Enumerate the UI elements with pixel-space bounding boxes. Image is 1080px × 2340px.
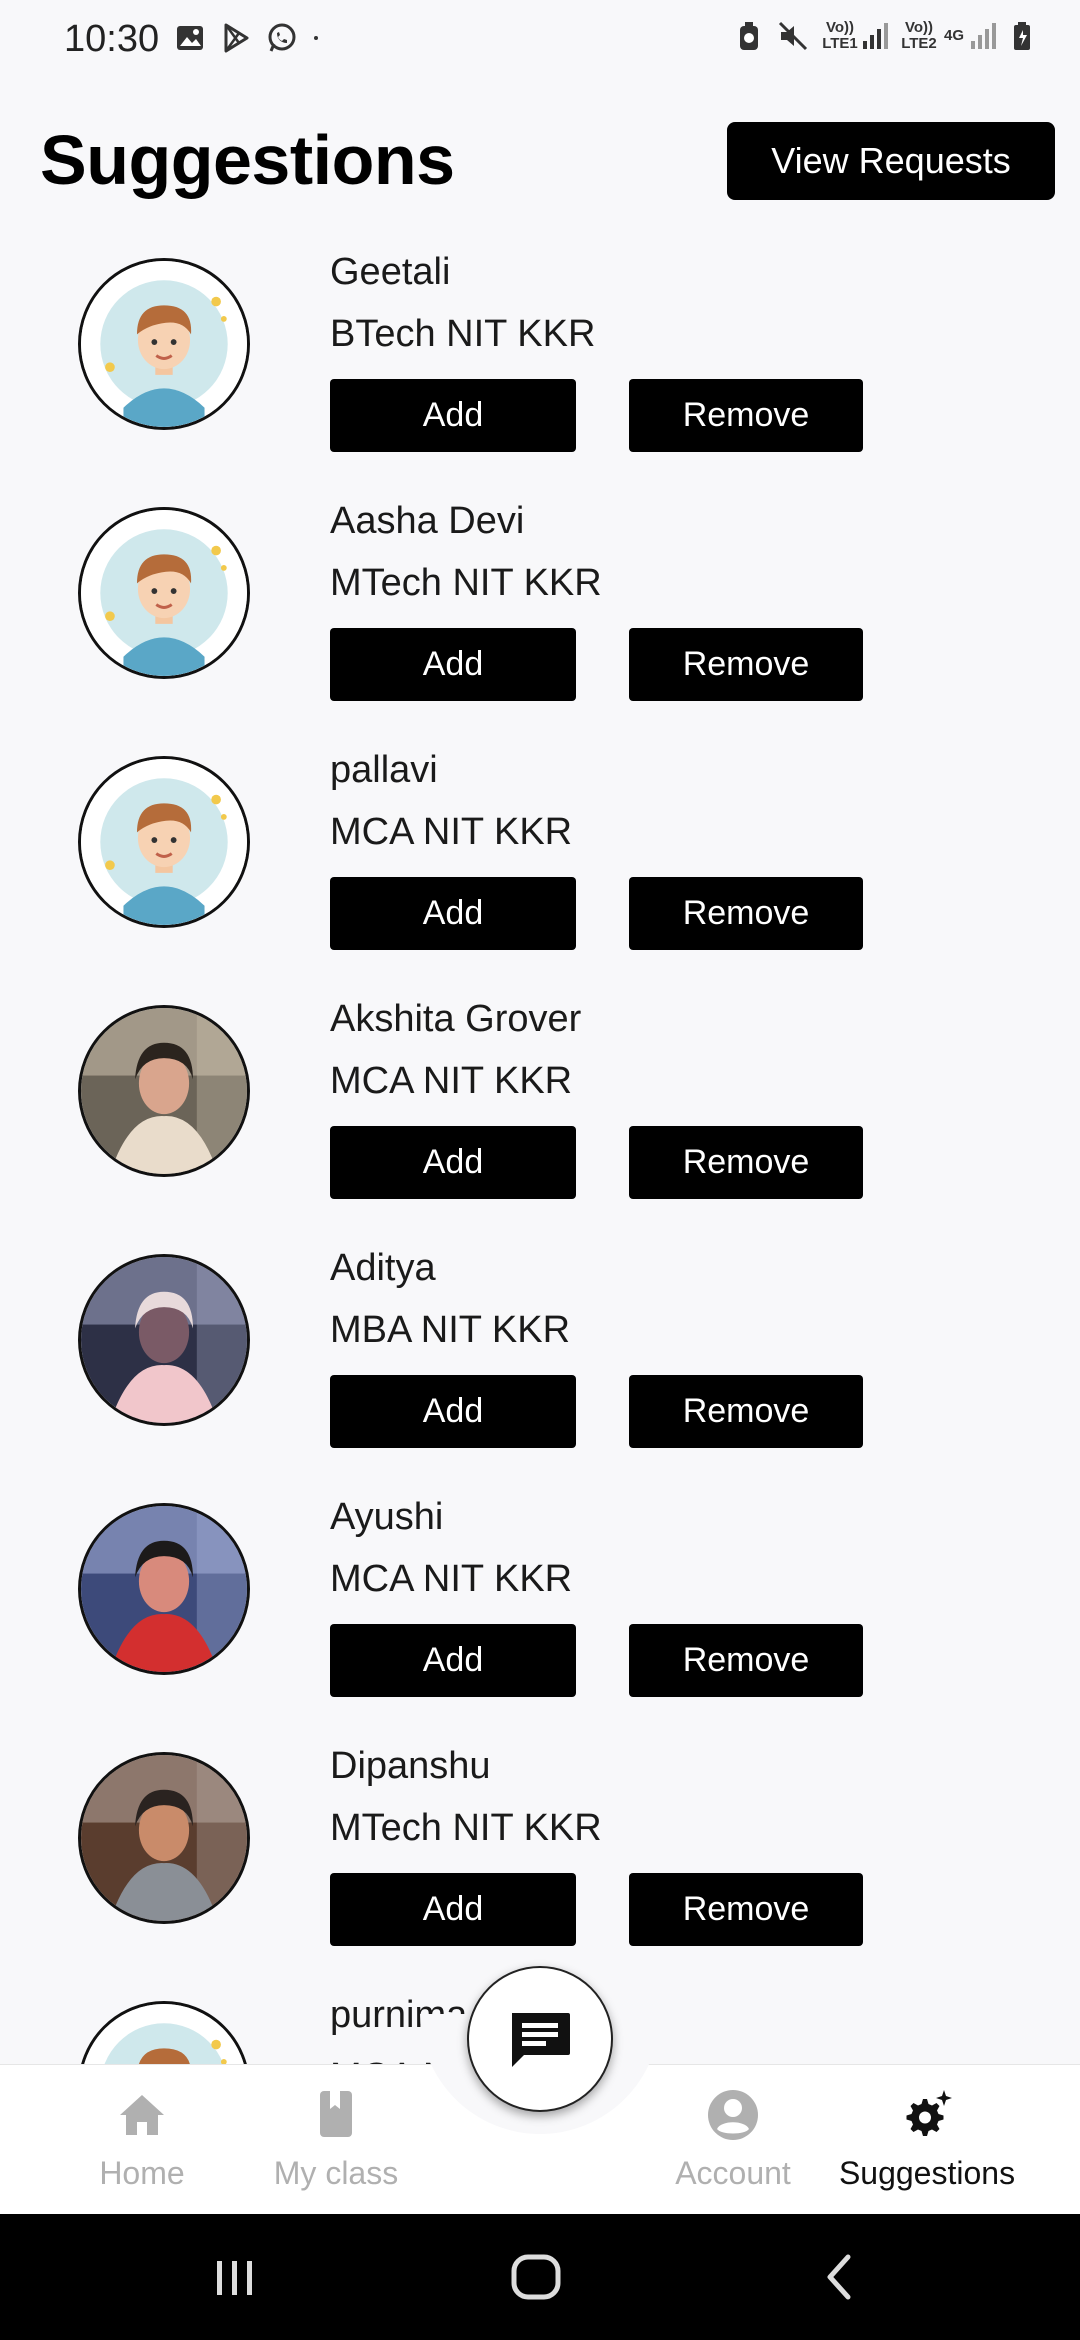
add-button[interactable]: Add: [330, 379, 576, 452]
remove-button[interactable]: Remove: [629, 628, 863, 701]
suggestion-name: Geetali: [330, 251, 451, 293]
play-store-icon: [224, 23, 249, 53]
home-icon: [120, 2095, 164, 2135]
suggestion-item: Aditya MBA NIT KKR Add Remove: [0, 1245, 1080, 1494]
cartoon-avatar-art: [81, 759, 247, 925]
avatar[interactable]: [78, 507, 250, 679]
home-circle-icon[interactable]: [506, 2247, 566, 2307]
suggestion-course: MBA NIT KKR: [330, 1309, 571, 1351]
nav-my-class-label: My class: [273, 2155, 399, 2191]
add-button[interactable]: Add: [330, 1624, 576, 1697]
network-label: 4G: [943, 27, 964, 44]
suggestion-item: Geetali BTech NIT KKR Add Remove: [0, 249, 1080, 498]
avatar[interactable]: [78, 756, 250, 928]
avatar[interactable]: [78, 1503, 250, 1675]
suggestion-name: Aditya: [330, 1247, 436, 1289]
nav-home[interactable]: Home: [82, 2087, 202, 2192]
suggestion-name: Akshita Grover: [330, 998, 582, 1040]
nav-account[interactable]: Account: [668, 2087, 798, 2192]
suggestion-item: Ayushi MCA NIT KKR Add Remove: [0, 1494, 1080, 1743]
remove-button[interactable]: Remove: [629, 379, 863, 452]
avatar[interactable]: [78, 1005, 250, 1177]
lte1-label: Vo)) LTE1: [822, 19, 858, 52]
cartoon-avatar-art: [81, 261, 247, 427]
suggestion-name: Aasha Devi: [330, 500, 525, 542]
suggestion-course: MCA NIT KKR: [330, 811, 573, 853]
nav-home-label: Home: [99, 2155, 185, 2191]
lte2-signal-icon: Vo)) LTE2 4G: [900, 20, 996, 52]
lte1-signal-icon: Vo)) LTE1: [821, 20, 888, 52]
suggestion-item: Akshita Grover MCA NIT KKR Add Remove: [0, 996, 1080, 1245]
add-button[interactable]: Add: [330, 628, 576, 701]
suggestion-name: pallavi: [330, 749, 438, 791]
suggestion-name: Dipanshu: [330, 1745, 491, 1787]
add-button[interactable]: Add: [330, 1126, 576, 1199]
avatar[interactable]: [78, 1752, 250, 1924]
status-right-icons: Vo)) LTE1 Vo)) LTE2 4G: [733, 20, 1040, 52]
mute-icon: [778, 21, 808, 51]
cartoon-avatar-art: [81, 2004, 247, 2064]
alarm-icon: [740, 22, 758, 50]
add-button[interactable]: Add: [330, 877, 576, 950]
account-icon: [708, 2090, 758, 2140]
suggestion-item: pallavi MCA NIT KKR Add Remove: [0, 747, 1080, 996]
suggestion-course: MCA NIT KKR: [330, 1060, 573, 1102]
suggestion-item: Dipanshu MTech NIT KKR Add Remove: [0, 1743, 1080, 1992]
suggestion-course: MCA NIT KKR: [330, 1558, 573, 1600]
suggestion-item: Aasha Devi MTech NIT KKR Add Remove: [0, 498, 1080, 747]
photo-avatar-art: [81, 1755, 247, 1921]
back-icon[interactable]: [810, 2247, 870, 2307]
photo-avatar-art: [81, 1506, 247, 1672]
cartoon-avatar-art: [81, 510, 247, 676]
remove-button[interactable]: Remove: [629, 1873, 863, 1946]
photo-avatar-art: [81, 1008, 247, 1174]
page-title: Suggestions: [40, 121, 455, 199]
status-bar: 10:30 Vo)) LTE1 Vo)) LTE2 4G: [0, 0, 1080, 80]
suggestion-name: Ayushi: [330, 1496, 444, 1538]
remove-button[interactable]: Remove: [629, 877, 863, 950]
settings-sparkle-icon: [906, 2090, 952, 2136]
book-icon: [320, 2091, 352, 2137]
suggestion-list[interactable]: Geetali BTech NIT KKR Add Remove Aasha Devi…: [0, 249, 1080, 2064]
status-time: 10:30: [64, 18, 160, 60]
suggestion-course: MTech NIT KKR: [330, 562, 602, 604]
avatar[interactable]: [78, 1254, 250, 1426]
remove-button[interactable]: Remove: [629, 1126, 863, 1199]
add-button[interactable]: Add: [330, 1873, 576, 1946]
chat-fab-button[interactable]: [467, 1966, 613, 2112]
nav-my-class[interactable]: My class: [266, 2087, 406, 2192]
avatar[interactable]: [78, 258, 250, 430]
photo-avatar-art: [81, 1257, 247, 1423]
system-nav-bar: [0, 2214, 1080, 2340]
remove-button[interactable]: Remove: [629, 1624, 863, 1697]
whatsapp-icon: [268, 23, 296, 52]
gallery-icon: [177, 26, 203, 50]
dot-icon: [314, 36, 318, 40]
remove-button[interactable]: Remove: [629, 1375, 863, 1448]
battery-icon: [1014, 22, 1030, 50]
lte2-label: Vo)) LTE2: [901, 19, 937, 52]
chat-icon: [512, 2013, 570, 2067]
nav-suggestions[interactable]: Suggestions: [832, 2087, 1022, 2192]
add-button[interactable]: Add: [330, 1375, 576, 1448]
suggestion-course: BTech NIT KKR: [330, 313, 596, 355]
view-requests-button[interactable]: View Requests: [727, 122, 1055, 200]
avatar[interactable]: [78, 2001, 250, 2064]
nav-account-label: Account: [675, 2155, 791, 2191]
status-left-icons: [174, 22, 328, 54]
suggestion-course: MTech NIT KKR: [330, 1807, 602, 1849]
recent-apps-icon[interactable]: [205, 2247, 265, 2307]
nav-suggestions-label: Suggestions: [838, 2155, 1016, 2191]
